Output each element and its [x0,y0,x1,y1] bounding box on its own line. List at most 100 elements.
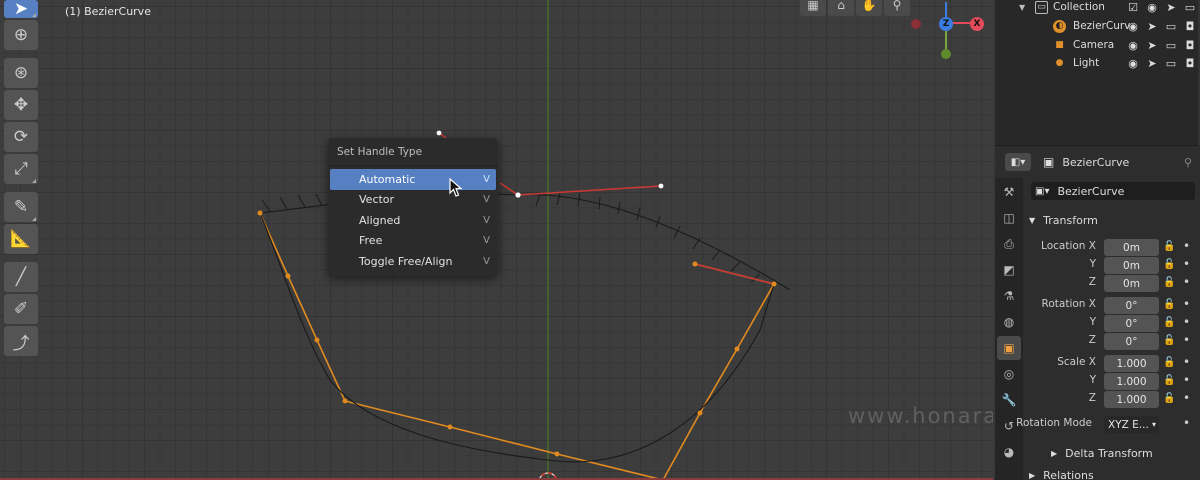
lock-icon[interactable]: 🔓 [1163,357,1175,368]
delta-transform-header[interactable]: ▶ Delta Transform [1023,443,1200,463]
expand-arrow-icon[interactable]: ▼ [1019,3,1025,12]
rotation-mode-dropdown[interactable]: XYZ E... ▾ [1104,416,1159,433]
render-tab-icon[interactable]: ◫ [997,206,1021,230]
editor-type-dropdown[interactable]: ◧▾ [1005,153,1031,171]
scale-y-field[interactable]: 1.000 [1104,373,1159,390]
gizmo-x-axis[interactable]: X [970,17,984,31]
rotate-icon[interactable]: ⟳ [4,122,38,152]
monitor-icon[interactable]: ▭ [1164,39,1178,52]
outliner-row-light[interactable]: ● Light ◉ ➤ ▭ ◘ [995,54,1200,72]
eye-icon[interactable]: ◉ [1126,57,1140,70]
relations-panel-header[interactable]: ▶ Relations [1023,465,1200,480]
axis-gizmo[interactable] [900,0,993,70]
keyframe-dot[interactable]: • [1183,333,1190,347]
location-z-field[interactable]: 0m [1104,275,1159,292]
select-arrow-icon[interactable]: ➤ [1145,57,1159,70]
gizmo-neg-x-axis[interactable] [911,19,921,29]
eye-icon[interactable]: ◉ [1145,1,1159,14]
annotate-icon[interactable]: ✎ [4,192,38,222]
tool-tab-icon[interactable]: ⚒ [997,180,1021,204]
select-arrow-icon[interactable]: ➤ [1164,1,1178,14]
cursor-icon[interactable]: ⊕ [4,20,38,50]
rotation-z-field[interactable]: 0° [1104,333,1159,350]
object-name-field[interactable]: ▣▾ BezierCurve [1031,182,1195,200]
menu-item-aligned[interactable]: Aligned V [330,210,496,231]
scene-tab-icon[interactable]: ⚗ [997,284,1021,308]
select-box-icon[interactable]: ➤ [4,0,38,19]
lock-icon[interactable]: 🔓 [1163,393,1175,404]
view-layer-tab-icon[interactable]: ◩ [997,258,1021,282]
rotation-y-row: Y 0° 🔓 • [1023,315,1200,332]
keyframe-dot[interactable]: • [1183,275,1190,289]
selected-point [515,192,521,198]
monitor-icon[interactable]: ▭ [1183,1,1197,14]
hand-icon[interactable]: ✋ [856,0,882,16]
outliner-row-beziercurve[interactable]: ◐ BezierCurv ◉ ➤ ▭ ◘ [995,17,1200,35]
pen-icon[interactable]: ✐ [4,294,38,324]
material-tab-icon[interactable]: ◕ [997,440,1021,464]
modifier-tab-icon[interactable]: ◎ [997,362,1021,386]
eye-icon[interactable]: ◉ [1126,39,1140,52]
keyframe-dot[interactable]: • [1183,355,1190,369]
camera-view-icon[interactable]: ⌂ [828,0,854,16]
lock-icon[interactable]: 🔓 [1163,299,1175,310]
keyframe-dot[interactable]: • [1183,315,1190,329]
wrench-tab-icon[interactable]: 🔧 [997,388,1021,412]
keyframe-dot[interactable]: • [1183,391,1190,405]
keyframe-dot[interactable]: • [1183,373,1190,387]
keyframe-dot[interactable]: • [1183,239,1190,253]
outliner-row-collection[interactable]: ▼ ▭ Collection ☑◉➤▭◘ [995,0,1200,16]
menu-item-toggle-free-align[interactable]: Toggle Free/Align V [330,251,496,272]
checkbox-icon[interactable]: ☑ [1126,1,1140,14]
lock-icon[interactable]: 🔓 [1163,259,1175,270]
world-tab-icon[interactable]: ◍ [997,310,1021,334]
gizmo-y-axis[interactable] [941,49,951,59]
menu-item-free[interactable]: Free V [330,231,496,252]
render-camera-icon[interactable]: ◘ [1183,20,1197,33]
move-arrows-icon[interactable]: ✥ [4,90,38,120]
monitor-icon[interactable]: ▭ [1164,57,1178,70]
lock-icon[interactable]: 🔓 [1163,241,1175,252]
outliner: ▼ ▭ Collection ☑◉➤▭◘ ◐ BezierCurv ◉➤▭◘ ■… [995,0,1200,146]
scale-x-field[interactable]: 1.000 [1104,355,1159,372]
light-icon: ● [1055,58,1064,68]
lock-icon[interactable]: 🔓 [1163,375,1175,386]
collection-icon: ▭ [1035,0,1048,14]
keyframe-dot[interactable]: • [1183,416,1190,430]
object-tab-icon[interactable]: ▣ [997,336,1021,360]
properties-tabs: ⚒ ◫ ⎙ ◩ ⚗ ◍ ▣ ◎ 🔧 ↺ ◕ [995,178,1023,480]
select-arrow-icon[interactable]: ➤ [1145,39,1159,52]
measure-icon[interactable]: 📐 [4,224,38,254]
render-camera-icon[interactable]: ◘ [1183,39,1197,52]
select-arrow-icon[interactable]: ➤ [1145,20,1159,33]
scale-icon[interactable]: ⤢ [4,154,38,184]
transform-panel-header[interactable]: ▼ Transform [1023,210,1200,230]
grid-icon[interactable]: ▦ [800,0,826,16]
keyframe-dot[interactable]: • [1183,297,1190,311]
lock-icon[interactable]: 🔓 [1163,317,1175,328]
scale-z-field[interactable]: 1.000 [1104,391,1159,408]
pin-icon[interactable]: ⚲ [1184,156,1192,169]
location-x-field[interactable]: 0m [1104,239,1159,256]
handle-line [517,185,662,196]
3d-viewport[interactable]: (1) BezierCurve ▦ ⌂ ✋ ⚲ Z X ➤ ⊕ ⊛ ✥ ⟳ ⤢ … [0,0,993,480]
outliner-row-camera[interactable]: ■ Camera ◉ ➤ ▭ ◘ [995,36,1200,54]
menu-item-automatic[interactable]: Automatic V [330,169,496,190]
lock-icon[interactable]: 🔓 [1163,277,1175,288]
rotation-x-field[interactable]: 0° [1104,297,1159,314]
gizmo-z-axis[interactable]: Z [939,17,953,31]
move-icon[interactable]: ⊛ [4,58,38,88]
monitor-icon[interactable]: ▭ [1164,20,1178,33]
menu-item-vector[interactable]: Vector V [330,190,496,211]
rotation-y-field[interactable]: 0° [1104,315,1159,332]
extrude-icon[interactable]: ⤴ [4,326,38,356]
lock-icon[interactable]: 🔓 [1163,335,1175,346]
object-icon: ▣ [1043,155,1055,169]
keyframe-dot[interactable]: • [1183,257,1190,271]
render-camera-icon[interactable]: ◘ [1183,57,1197,70]
draw-icon[interactable]: ╱ [4,262,38,292]
expand-arrow-icon: ▶ [1051,448,1058,458]
location-y-field[interactable]: 0m [1104,257,1159,274]
eye-icon[interactable]: ◉ [1126,20,1140,33]
output-tab-icon[interactable]: ⎙ [997,232,1021,256]
